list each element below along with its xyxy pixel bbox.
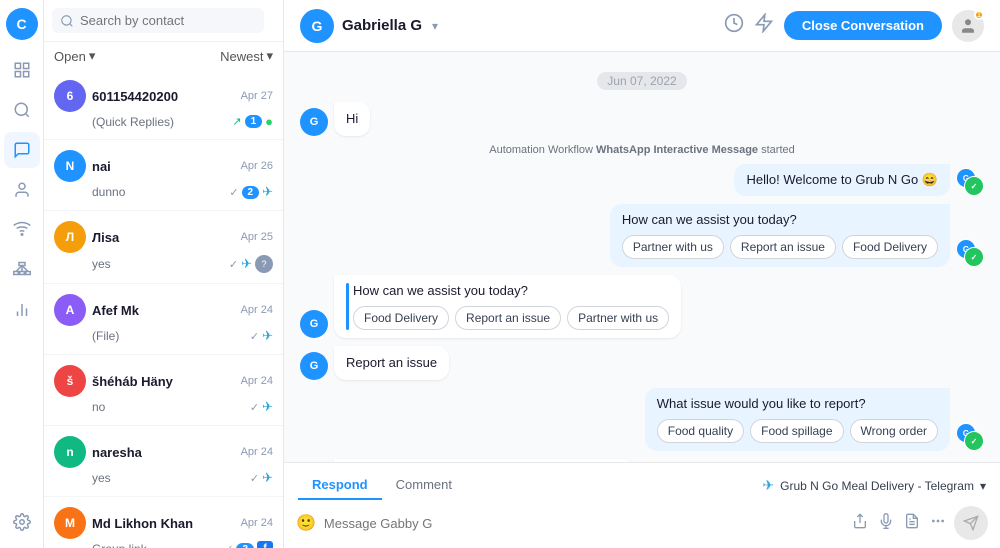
avatar: Л xyxy=(54,221,86,253)
message-row: G ✓ Hello! Welcome to Grub N Go 😄 xyxy=(734,164,984,196)
message-row: G Hi xyxy=(300,102,370,136)
channel-selector[interactable]: ✈ Grub N Go Meal Delivery - Telegram ▾ xyxy=(762,477,986,494)
avatar: A xyxy=(54,294,86,326)
share-icon[interactable] xyxy=(852,513,868,534)
message-bubble: Hello! Welcome to Grub N Go 😄 xyxy=(734,164,950,196)
search-box[interactable] xyxy=(52,8,264,33)
sender-avatar: G xyxy=(300,352,328,380)
conversation-list: Open ▾ Newest ▾ 6 601154420200 Apr 27 (Q… xyxy=(44,0,284,548)
message-row: G ✓ What issue would you like to report?… xyxy=(645,388,984,451)
contact-chevron-icon[interactable]: ▾ xyxy=(432,19,438,33)
chat-tabs: Respond Comment ✈ Grub N Go Meal Deliver… xyxy=(284,463,1000,500)
chat-header: G Gabriella G ▾ Close Conversation 1 xyxy=(284,0,1000,52)
sender-avatar-multi: G ✓ xyxy=(956,168,984,196)
message-bubble: Report an issue xyxy=(334,346,449,380)
sender-avatar-multi: G ✓ xyxy=(956,239,984,267)
sender-avatar: G xyxy=(300,108,328,136)
more-icon[interactable] xyxy=(930,513,946,534)
channel-chevron-icon: ▾ xyxy=(980,479,986,493)
message-input-row: 🙂 xyxy=(284,500,1000,548)
list-item[interactable]: A Afef Mk Apr 24 (File) ✓ ✈ xyxy=(44,284,283,355)
chat-main: G Gabriella G ▾ Close Conversation 1 Jun… xyxy=(284,0,1000,548)
nav-icon-org[interactable] xyxy=(4,252,40,288)
system-message: Automation Workflow WhatsApp Interactive… xyxy=(489,144,794,156)
filter-open-btn[interactable]: Open ▾ xyxy=(54,48,95,64)
lightning-icon[interactable] xyxy=(754,13,774,38)
quick-reply-report[interactable]: Report an issue xyxy=(455,306,561,330)
action-food-quality-btn[interactable]: Food quality xyxy=(657,419,744,443)
search-area xyxy=(44,0,283,42)
avatar: M xyxy=(54,507,86,539)
action-food-btn[interactable]: Food Delivery xyxy=(842,235,938,259)
agent-avatar: 1 xyxy=(952,10,984,42)
message-bubble: How can we assist you today? Food Delive… xyxy=(334,275,681,338)
nav-icon-layout[interactable] xyxy=(4,52,40,88)
action-report-btn[interactable]: Report an issue xyxy=(730,235,836,259)
contact-name: Gabriella G xyxy=(342,17,422,34)
tab-comment[interactable]: Comment xyxy=(382,471,466,500)
action-food-spillage-btn[interactable]: Food spillage xyxy=(750,419,843,443)
chat-input-area: Respond Comment ✈ Grub N Go Meal Deliver… xyxy=(284,462,1000,548)
message-input[interactable] xyxy=(324,516,844,531)
message-row: G ✓ How can we assist you today? Partner… xyxy=(610,204,984,267)
message-bubble: What issue would you like to report? Foo… xyxy=(645,388,950,451)
list-item[interactable]: š šhéháb Häny Apr 24 no ✓ ✈ xyxy=(44,355,283,426)
tab-respond[interactable]: Respond xyxy=(298,471,382,500)
nav-icon-person[interactable] xyxy=(4,172,40,208)
note-icon[interactable] xyxy=(904,513,920,534)
nav-icon-settings[interactable] xyxy=(4,504,40,540)
nav-icon-signal[interactable] xyxy=(4,212,40,248)
user-avatar[interactable]: C xyxy=(6,8,38,40)
list-item[interactable]: Л Ліsa Apr 25 yes ✓ ✈ ? xyxy=(44,211,283,284)
action-wrong-order-btn[interactable]: Wrong order xyxy=(850,419,938,443)
nav-icon-chat[interactable] xyxy=(4,132,40,168)
filter-newest-btn[interactable]: Newest ▾ xyxy=(220,48,273,64)
telegram-icon: ✈ xyxy=(762,477,774,494)
message-row: G Report an issue xyxy=(300,346,449,380)
date-divider: Jun 07, 2022 xyxy=(597,72,686,90)
quick-reply-food[interactable]: Food Delivery xyxy=(353,306,449,330)
nav-icon-chart[interactable] xyxy=(4,292,40,328)
list-item[interactable]: M Md Likhon Khan Apr 24 Group link ✓ 3 f xyxy=(44,497,283,548)
close-conversation-button[interactable]: Close Conversation xyxy=(784,11,942,40)
avatar: 6 xyxy=(54,80,86,112)
message-bubble: Hi xyxy=(334,102,370,136)
contact-avatar: G xyxy=(300,9,334,43)
message-row: G How can we assist you today? Food Deli… xyxy=(300,275,681,338)
channel-label: Grub N Go Meal Delivery - Telegram xyxy=(780,479,974,493)
conversation-items: 6 601154420200 Apr 27 (Quick Replies) ↗ … xyxy=(44,70,283,548)
search-icon xyxy=(60,14,74,28)
message-bubble: How can we assist you today? Partner wit… xyxy=(610,204,950,267)
chat-messages: Jun 07, 2022 G Hi Automation Workflow Wh… xyxy=(284,52,1000,462)
list-item[interactable]: 6 601154420200 Apr 27 (Quick Replies) ↗ … xyxy=(44,70,283,140)
avatar: n xyxy=(54,436,86,468)
quick-reply-partner[interactable]: Partner with us xyxy=(567,306,669,330)
avatar: N xyxy=(54,150,86,182)
list-item[interactable]: n naresha Apr 24 yes ✓ ✈ xyxy=(44,426,283,497)
clock-icon[interactable] xyxy=(724,13,744,38)
nav-icon-search[interactable] xyxy=(4,92,40,128)
search-input[interactable] xyxy=(80,13,256,28)
emoji-icon[interactable]: 🙂 xyxy=(296,513,316,533)
list-item[interactable]: N nai Apr 26 dunno ✓ 2 ✈ xyxy=(44,140,283,211)
action-partner-btn[interactable]: Partner with us xyxy=(622,235,724,259)
sender-avatar: G xyxy=(300,310,328,338)
sender-avatar-multi: G ✓ xyxy=(956,423,984,451)
left-navigation: C xyxy=(0,0,44,548)
avatar: š xyxy=(54,365,86,397)
conv-filters: Open ▾ Newest ▾ xyxy=(44,42,283,70)
send-button[interactable] xyxy=(954,506,988,540)
mic-icon[interactable] xyxy=(878,513,894,534)
